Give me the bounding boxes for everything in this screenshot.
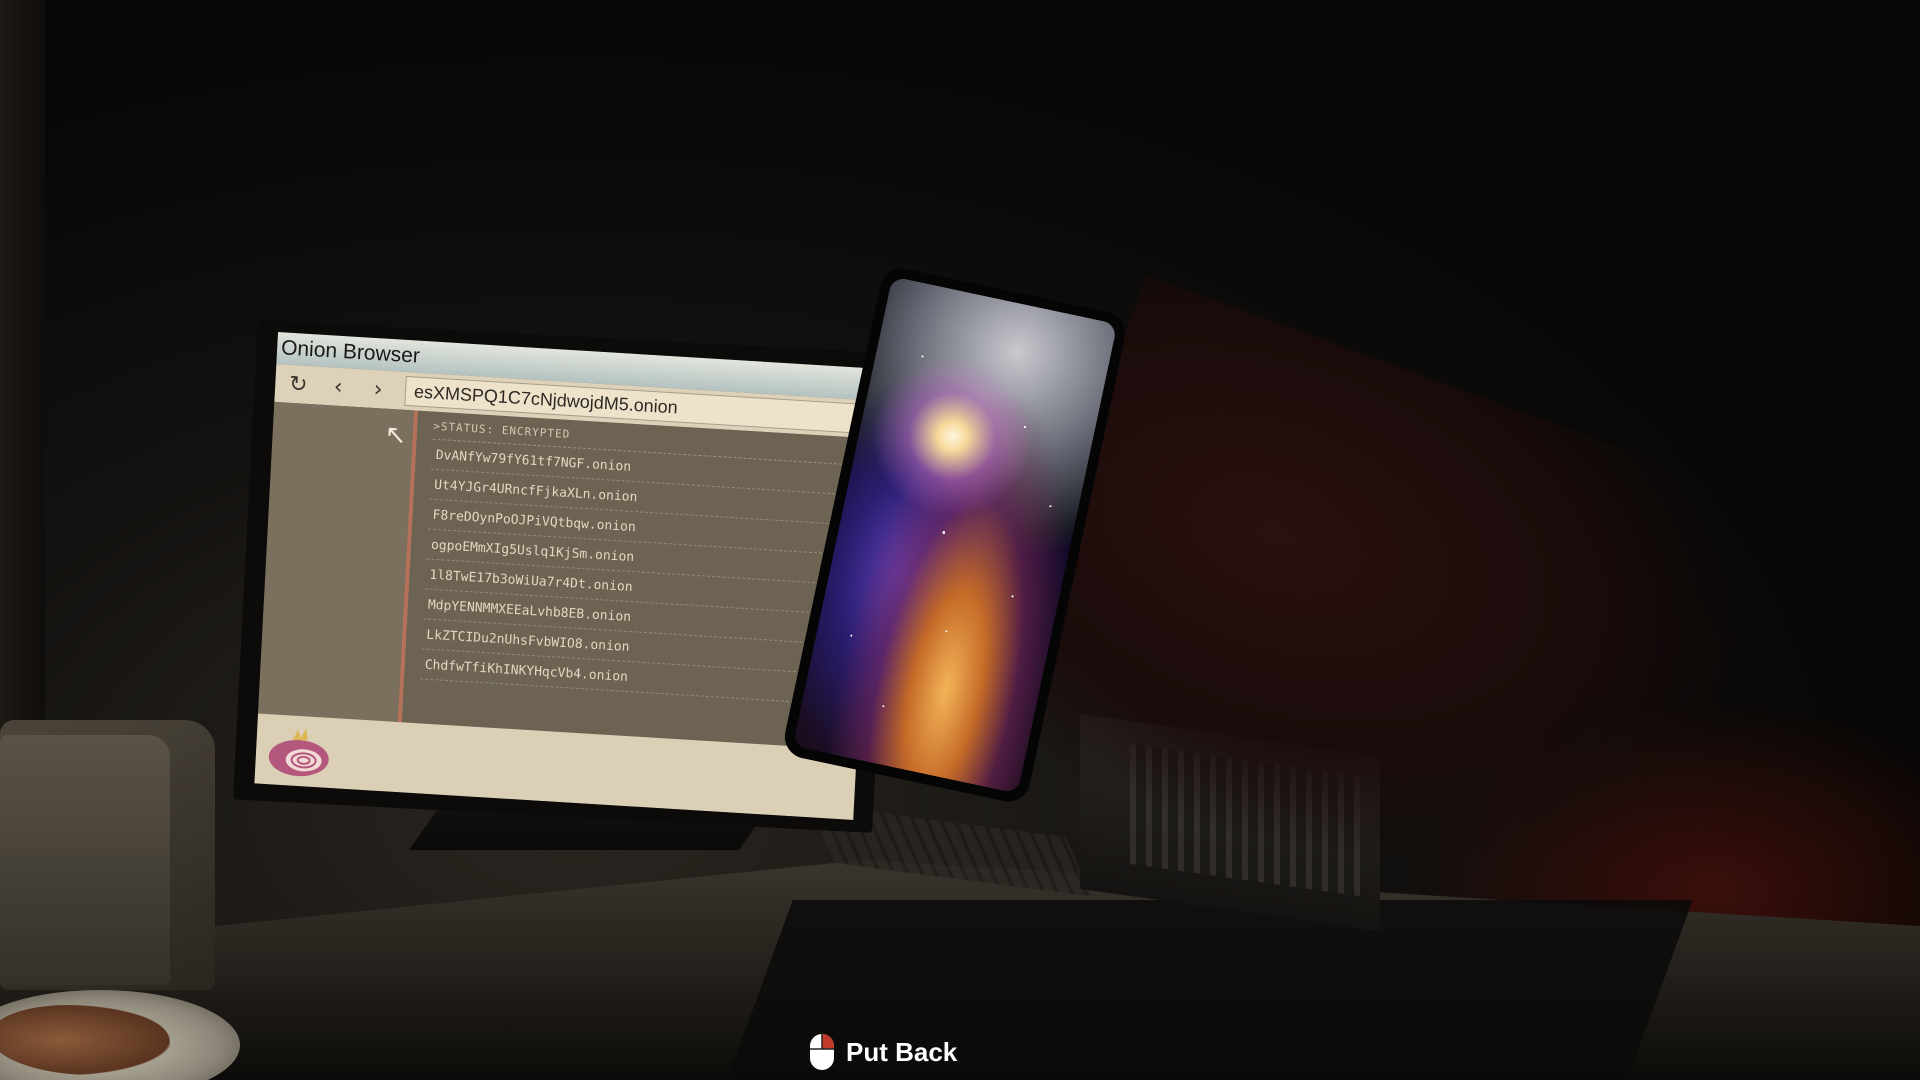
forward-icon[interactable]: ›: [364, 375, 391, 403]
back-icon[interactable]: ‹: [325, 373, 352, 401]
mouse-cursor-icon: ↖: [384, 418, 408, 451]
onion-logo-icon: [268, 728, 329, 777]
content-sidebar: [258, 401, 415, 723]
refresh-icon[interactable]: ↻: [285, 371, 312, 399]
put-back-label: Put Back: [846, 1036, 958, 1067]
mouse-right-click-icon: [810, 1034, 834, 1070]
put-back-prompt: Put Back: [808, 1030, 957, 1074]
browser-content: ↖ >STATUS: ENCRYPTED DvANfYw79fY61tf7NGF…: [258, 401, 874, 751]
game-scene: Onion Browser ↻ ‹ › esXMSPQ1C7cNjdwojdM5…: [0, 0, 1920, 1080]
speaker-front: [0, 735, 170, 985]
onion-browser-window[interactable]: Onion Browser ↻ ‹ › esXMSPQ1C7cNjdwojdM5…: [254, 332, 877, 821]
onion-link-list: >STATUS: ENCRYPTED DvANfYw79fY61tf7NGF.o…: [420, 419, 863, 706]
